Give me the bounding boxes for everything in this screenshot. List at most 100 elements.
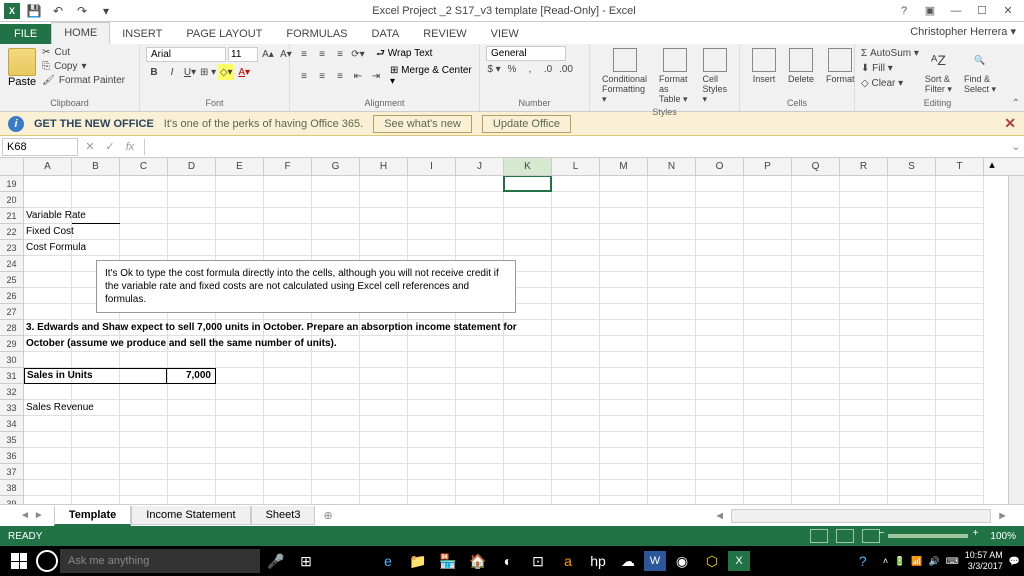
tab-file[interactable]: FILE — [0, 24, 51, 44]
cell-B38[interactable] — [72, 480, 120, 496]
cell-Q25[interactable] — [792, 272, 840, 288]
row-header-35[interactable]: 35 — [0, 432, 23, 448]
cell-M21[interactable] — [600, 208, 648, 224]
explorer-icon[interactable]: 📁 — [404, 548, 432, 574]
cell-P27[interactable] — [744, 304, 792, 320]
cell-P25[interactable] — [744, 272, 792, 288]
cell-C23[interactable] — [120, 240, 168, 256]
cell-S22[interactable] — [888, 224, 936, 240]
cell-J21[interactable] — [456, 208, 504, 224]
cell-Q22[interactable] — [792, 224, 840, 240]
qat-undo-icon[interactable]: ↶ — [48, 2, 68, 20]
cortana-icon[interactable] — [36, 550, 58, 572]
cell-J36[interactable] — [456, 448, 504, 464]
zoom-slider[interactable] — [888, 534, 968, 538]
row-header-30[interactable]: 30 — [0, 352, 23, 368]
close-notice-icon[interactable]: ✕ — [1004, 115, 1016, 132]
cell-H34[interactable] — [360, 416, 408, 432]
cell-N29[interactable] — [648, 336, 696, 352]
cell-M37[interactable] — [600, 464, 648, 480]
cell-S32[interactable] — [888, 384, 936, 400]
cell-M35[interactable] — [600, 432, 648, 448]
cell-Q39[interactable] — [792, 496, 840, 504]
cell-C39[interactable] — [120, 496, 168, 504]
cell-F34[interactable] — [264, 416, 312, 432]
cell-N25[interactable] — [648, 272, 696, 288]
cell-I23[interactable] — [408, 240, 456, 256]
cell-A35[interactable] — [24, 432, 72, 448]
task-view-icon[interactable]: ⊞ — [292, 548, 320, 574]
cell-P20[interactable] — [744, 192, 792, 208]
cell-L32[interactable] — [552, 384, 600, 400]
cell-O22[interactable] — [696, 224, 744, 240]
cell-J32[interactable] — [456, 384, 504, 400]
cell-H22[interactable] — [360, 224, 408, 240]
cell-S25[interactable] — [888, 272, 936, 288]
cell-S37[interactable] — [888, 464, 936, 480]
cell-D21[interactable] — [168, 208, 216, 224]
cell-N39[interactable] — [648, 496, 696, 504]
cell-J23[interactable] — [456, 240, 504, 256]
user-name[interactable]: Christopher Herrera — [910, 26, 1007, 38]
cell-D36[interactable] — [168, 448, 216, 464]
cell-Q35[interactable] — [792, 432, 840, 448]
cell-R23[interactable] — [840, 240, 888, 256]
cell-P31[interactable] — [744, 368, 792, 384]
cell-I32[interactable] — [408, 384, 456, 400]
cell-K20[interactable] — [504, 192, 552, 208]
cell-N38[interactable] — [648, 480, 696, 496]
cell-K34[interactable] — [504, 416, 552, 432]
align-bottom-icon[interactable]: ≡ — [332, 47, 348, 63]
cell-A34[interactable] — [24, 416, 72, 432]
row-header-39[interactable]: 39 — [0, 496, 23, 504]
cell-O29[interactable] — [696, 336, 744, 352]
cell-Q33[interactable] — [792, 400, 840, 416]
excel-taskbar-icon[interactable]: X — [728, 551, 750, 571]
cell-O20[interactable] — [696, 192, 744, 208]
cell-K36[interactable] — [504, 448, 552, 464]
wrap-text-button[interactable]: ⮐ Wrap Text — [376, 46, 432, 63]
cell-J30[interactable] — [456, 352, 504, 368]
find-select-button[interactable]: 🔍Find &Select ▾ — [958, 46, 1002, 97]
cell-N35[interactable] — [648, 432, 696, 448]
cell-F37[interactable] — [264, 464, 312, 480]
cloud-icon[interactable]: ☁ — [614, 548, 642, 574]
cell-H32[interactable] — [360, 384, 408, 400]
cell-N22[interactable] — [648, 224, 696, 240]
tab-formulas[interactable]: FORMULAS — [274, 24, 359, 44]
cell-S30[interactable] — [888, 352, 936, 368]
col-header-H[interactable]: H — [360, 158, 408, 175]
cell-N36[interactable] — [648, 448, 696, 464]
cell-M20[interactable] — [600, 192, 648, 208]
cell-M22[interactable] — [600, 224, 648, 240]
cell-I36[interactable] — [408, 448, 456, 464]
cell-N21[interactable] — [648, 208, 696, 224]
cell-B36[interactable] — [72, 448, 120, 464]
font-size-select[interactable] — [228, 47, 258, 62]
cell-G39[interactable] — [312, 496, 360, 504]
conditional-formatting-button[interactable]: ConditionalFormatting ▾ — [596, 46, 653, 107]
hscroll-right-icon[interactable]: ► — [997, 510, 1008, 522]
cell-J35[interactable] — [456, 432, 504, 448]
app-icon-1[interactable]: ◐ — [494, 548, 522, 574]
cell-O25[interactable] — [696, 272, 744, 288]
cell-L23[interactable] — [552, 240, 600, 256]
cell-A20[interactable] — [24, 192, 72, 208]
cell-I38[interactable] — [408, 480, 456, 496]
cell-T26[interactable] — [936, 288, 984, 304]
cell-D22[interactable] — [168, 224, 216, 240]
cell-R34[interactable] — [840, 416, 888, 432]
cell-I39[interactable] — [408, 496, 456, 504]
row-header-34[interactable]: 34 — [0, 416, 23, 432]
col-header-C[interactable]: C — [120, 158, 168, 175]
add-sheet-button[interactable]: ⊕ — [315, 506, 340, 525]
collapse-ribbon-icon[interactable]: ⌃ — [1012, 98, 1020, 109]
cell-D39[interactable] — [168, 496, 216, 504]
horizontal-scrollbar[interactable] — [731, 509, 991, 523]
cell-E31[interactable] — [216, 368, 264, 384]
cell-F22[interactable] — [264, 224, 312, 240]
cell-C22[interactable] — [120, 224, 168, 240]
cancel-formula-icon[interactable]: ✕ — [80, 138, 100, 156]
cell-K22[interactable] — [504, 224, 552, 240]
hscroll-left-icon[interactable]: ◄ — [714, 510, 725, 522]
